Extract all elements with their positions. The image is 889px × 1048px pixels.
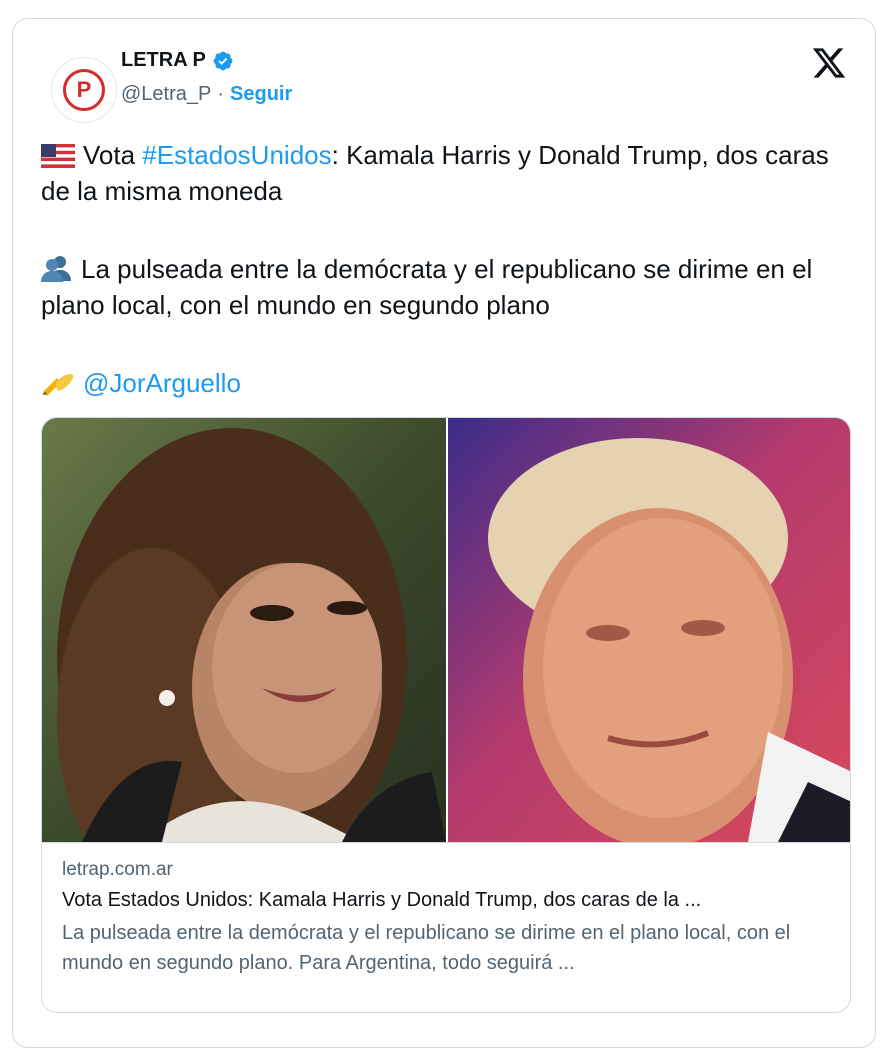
account-name[interactable]: LETRA P bbox=[121, 49, 206, 72]
link-headline[interactable]: Vota Estados Unidos: Kamala Harris y Don… bbox=[62, 889, 832, 912]
people-silhouette-icon bbox=[41, 256, 71, 282]
link-preview-meta[interactable]: letrap.com.ar Vota Estados Unidos: Kamal… bbox=[42, 842, 850, 994]
photo-donald-trump bbox=[448, 418, 850, 842]
separator-dot: · bbox=[217, 83, 225, 105]
verified-badge-icon bbox=[213, 51, 233, 70]
mention-link[interactable]: @JorArguello bbox=[83, 368, 241, 398]
account-name-row: LETRA P bbox=[121, 49, 234, 72]
portrait-man-image bbox=[448, 418, 850, 842]
portrait-woman-image bbox=[42, 418, 446, 842]
tweet-paragraph-3: @JorArguello bbox=[41, 365, 851, 401]
account-avatar[interactable]: P bbox=[51, 57, 117, 123]
hashtag-link[interactable]: #EstadosUnidos bbox=[142, 140, 331, 170]
account-handle[interactable]: @Letra_P bbox=[121, 83, 211, 106]
link-domain: letrap.com.ar bbox=[62, 859, 173, 880]
photo-kamala-harris bbox=[42, 418, 446, 842]
link-preview-card[interactable]: letrap.com.ar Vota Estados Unidos: Kamal… bbox=[41, 417, 851, 1013]
tweet-paragraph-2: La pulseada entre la demócrata y el repu… bbox=[41, 251, 851, 323]
account-handle-row: @Letra_P · Seguir bbox=[121, 83, 292, 106]
writing-hand-icon bbox=[42, 374, 74, 396]
link-description: La pulseada entre la demócrata y el repu… bbox=[62, 922, 791, 974]
link-preview-image[interactable] bbox=[42, 418, 850, 842]
follow-button[interactable]: Seguir bbox=[230, 83, 292, 106]
tweet-text-prefix: Vota bbox=[83, 140, 143, 170]
us-flag-icon bbox=[41, 144, 75, 168]
tweet-paragraph-1: Vota #EstadosUnidos: Kamala Harris y Don… bbox=[41, 137, 851, 209]
embedded-tweet-card[interactable]: P LETRA P @Letra_P · Seguir Vota #Estado… bbox=[12, 18, 876, 1048]
tweet-paragraph-2-text: La pulseada entre la demócrata y el repu… bbox=[41, 254, 813, 320]
tweet-text: Vota #EstadosUnidos: Kamala Harris y Don… bbox=[41, 137, 851, 401]
letra-p-logo-icon: P bbox=[63, 69, 105, 111]
x-logo-icon[interactable] bbox=[811, 45, 847, 81]
